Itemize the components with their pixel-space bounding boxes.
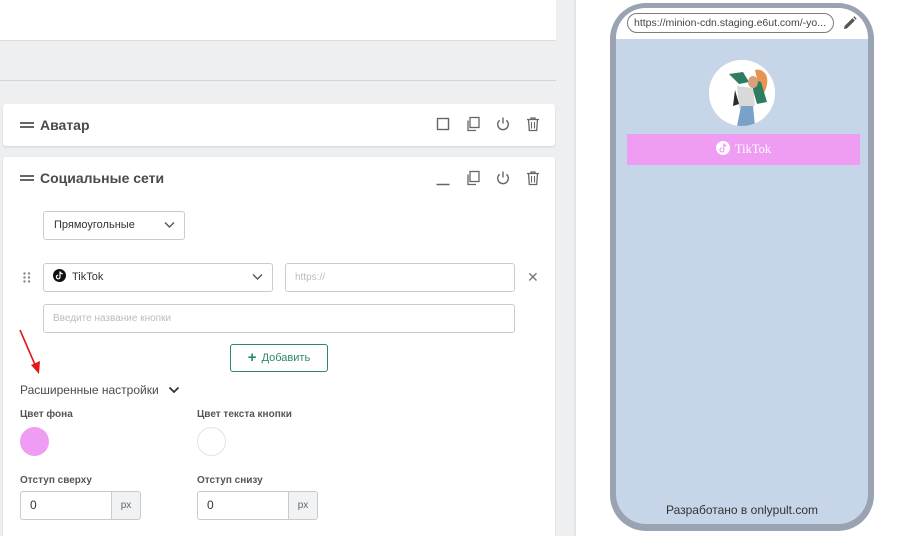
padding-top-unit: px <box>112 491 141 520</box>
social-block: Социальные сети Прямоугольные TikTok htt… <box>3 157 555 536</box>
avatar-block[interactable]: Аватар <box>3 104 555 146</box>
pencil-icon[interactable] <box>842 16 857 31</box>
power-icon[interactable] <box>495 170 511 186</box>
close-icon[interactable]: ✕ <box>527 269 539 286</box>
trash-icon[interactable] <box>525 170 541 186</box>
network-select-value: TikTok <box>72 271 104 283</box>
url-input-placeholder: https:// <box>295 272 326 283</box>
preview-url-bar: https://minion-cdn.staging.e6ut.com/-yo.… <box>616 8 868 39</box>
advanced-settings-toggle[interactable]: Расширенные настройки <box>20 383 159 397</box>
chevron-down-icon[interactable] <box>168 386 180 394</box>
button-name-input[interactable]: Введите название кнопки <box>43 304 515 333</box>
panel-divider <box>574 0 576 536</box>
url-input[interactable]: https:// <box>285 263 515 292</box>
divider <box>0 80 556 81</box>
power-icon[interactable] <box>495 116 511 132</box>
avatar-block-controls <box>435 116 541 132</box>
avatar <box>709 60 775 126</box>
social-block-controls <box>435 170 541 186</box>
text-color-label: Цвет текста кнопки <box>197 409 292 420</box>
editor-panel: Аватар Социальные сети Прямоугольные Tik… <box>0 0 574 536</box>
preview-url[interactable]: https://minion-cdn.staging.e6ut.com/-yo.… <box>627 13 834 33</box>
button-shape-select[interactable]: Прямоугольные <box>43 211 185 240</box>
text-color-swatch[interactable] <box>197 427 226 456</box>
tiktok-icon <box>715 141 730 155</box>
padding-bottom-label: Отступ снизу <box>197 475 263 486</box>
phone-preview: https://minion-cdn.staging.e6ut.com/-yo.… <box>610 3 874 531</box>
preview-tiktok-button[interactable]: TikTok <box>627 134 860 165</box>
grip-icon[interactable] <box>23 272 31 283</box>
tiktok-icon <box>53 269 66 282</box>
padding-bottom-input[interactable]: 0 <box>197 491 289 520</box>
square-icon[interactable] <box>435 116 451 132</box>
plus-icon: + <box>247 349 257 366</box>
copy-icon[interactable] <box>465 170 481 186</box>
bg-color-swatch[interactable] <box>20 427 49 456</box>
add-button-label: Добавить <box>261 352 311 364</box>
editor-topbar <box>0 0 556 41</box>
drag-handle-icon[interactable] <box>20 122 34 128</box>
avatar-block-title: Аватар <box>40 117 90 133</box>
button-shape-value: Прямоугольные <box>54 219 135 231</box>
copy-icon[interactable] <box>465 116 481 132</box>
padding-top-input[interactable]: 0 <box>20 491 112 520</box>
preview-footer[interactable]: Разработано в onlypult.com <box>616 503 868 517</box>
bg-color-label: Цвет фона <box>20 409 73 420</box>
padding-bottom-unit: px <box>289 491 318 520</box>
trash-icon[interactable] <box>525 116 541 132</box>
arrow-annotation-icon <box>19 329 40 374</box>
social-block-title: Социальные сети <box>40 170 165 186</box>
chevron-down-icon <box>164 222 175 228</box>
phone-screen: https://minion-cdn.staging.e6ut.com/-yo.… <box>616 8 868 524</box>
padding-top-label: Отступ сверху <box>20 475 92 486</box>
add-button[interactable]: + Добавить <box>230 344 328 372</box>
button-name-placeholder: Введите название кнопки <box>53 313 172 324</box>
minimize-icon[interactable] <box>435 170 451 186</box>
preview-tiktok-label: TikTok <box>734 142 772 156</box>
network-select[interactable]: TikTok <box>43 263 273 292</box>
drag-handle-icon[interactable] <box>20 175 34 181</box>
chevron-down-icon <box>252 274 263 280</box>
